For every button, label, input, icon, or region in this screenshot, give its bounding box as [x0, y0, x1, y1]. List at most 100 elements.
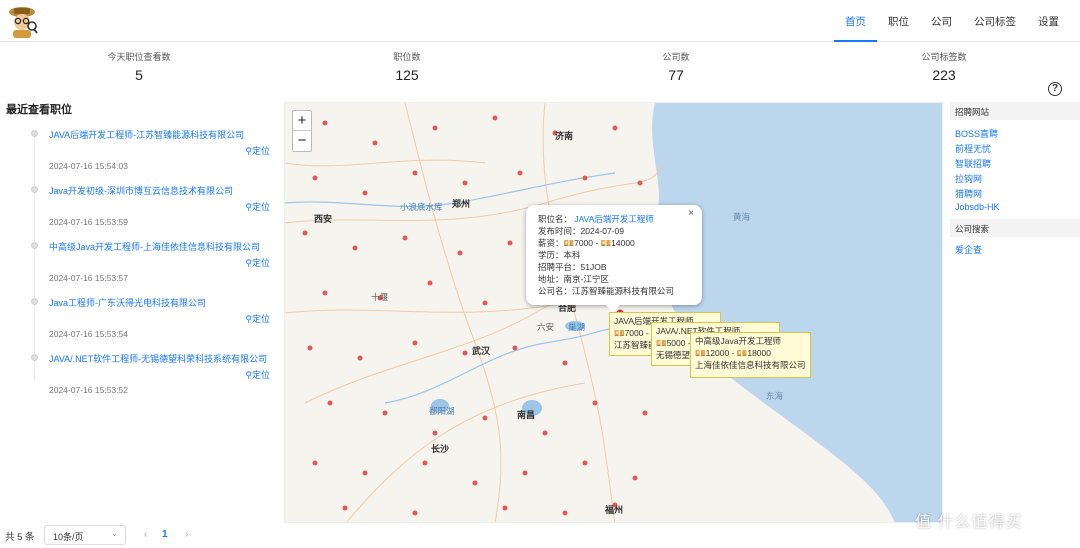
stat-jobs: 职位数 125 [307, 50, 507, 83]
stat-label: 公司数 [662, 52, 690, 62]
recent-job-link[interactable]: Java开发初级-深圳市博互云信息技术有限公司 [49, 184, 233, 197]
lake-label: 巢湖 [568, 322, 586, 332]
locate-link[interactable]: ⚲定位 [245, 200, 270, 213]
view-time: 2024-07-16 15:54:03 [49, 161, 128, 171]
site-link-jobsdb[interactable]: Jobsdb-HK [950, 200, 1080, 215]
app-logo [6, 4, 38, 38]
city-label: 六安 [537, 322, 555, 332]
popup-label: 学历： [538, 250, 564, 260]
chevron-down-icon: ⌄ [111, 529, 118, 538]
locate-label: 定位 [251, 314, 270, 324]
locate-label: 定位 [251, 370, 270, 380]
recent-job-link[interactable]: JAVA后端开发工程师-江苏智臻能源科技有限公司 [49, 128, 244, 141]
page-number[interactable]: 1 [162, 529, 168, 540]
zoom-in-button[interactable]: + [293, 111, 311, 131]
stat-companies: 公司数 77 [576, 50, 776, 83]
city-label: 郑州 [452, 199, 471, 209]
sea-label: 黄海 [733, 212, 751, 222]
site-link-zhaopin[interactable]: 智联招聘 [950, 155, 1080, 170]
timeline-dot [31, 242, 38, 249]
tooltip-title: 中高级Java开发工程师 [695, 336, 781, 346]
popup-row: 薪资：💴7000 - 💴14000 [538, 237, 690, 249]
total-count: 共 5 条 [5, 532, 35, 543]
tooltip-salary: 💴12000 - 💴18000 [695, 348, 771, 358]
locate-label: 定位 [251, 258, 270, 268]
nav-jobs[interactable]: 职位 [877, 0, 920, 42]
nav-home[interactable]: 首页 [834, 0, 877, 42]
list-item: Java开发初级-深圳市博互云信息技术有限公司 ⚲定位 2024-07-16 1… [0, 176, 280, 232]
popup-label: 招聘平台： [538, 262, 581, 272]
help-icon[interactable]: ? [1048, 82, 1062, 96]
stat-company-tags: 公司标签数 223 [844, 50, 1044, 83]
stats-bar: 今天职位查看数 5 职位数 125 公司数 77 公司标签数 223 [0, 42, 1080, 88]
popup-value: 江苏智臻能源科技有限公司 [572, 286, 675, 296]
popup-job-title[interactable]: JAVA后端开发工程师 [574, 214, 654, 224]
lake-label: 小浪底水库 [400, 202, 443, 212]
job-map[interactable]: 济南 郑州 西安 合肥 武汉 南昌 长沙 福州 黄海 东海 小浪底水库 巢湖 十… [284, 102, 943, 523]
recent-job-link[interactable]: 中高级Java开发工程师-上海佳依佳信息科技有限公司 [49, 240, 260, 253]
site-link-boss[interactable]: BOSS直聘 [950, 125, 1080, 140]
popup-row: 学历：本科 [538, 249, 690, 261]
nav-companies[interactable]: 公司 [920, 0, 963, 42]
pin-icon: ⚲ [245, 202, 252, 212]
list-item: 中高级Java开发工程师-上海佳依佳信息科技有限公司 ⚲定位 2024-07-1… [0, 232, 280, 288]
stat-label: 职位数 [393, 52, 421, 62]
locate-link[interactable]: ⚲定位 [245, 144, 270, 157]
popup-row: 招聘平台：51JOB [538, 261, 690, 273]
side-panel: 招聘网站 BOSS直聘 前程无忧 智联招聘 拉钩网 猎聘网 Jobsdb-HK … [950, 102, 1080, 262]
pin-icon: ⚲ [245, 314, 252, 324]
next-page-button[interactable]: › [185, 529, 188, 540]
zoom-out-button[interactable]: − [293, 131, 311, 151]
view-time: 2024-07-16 15:53:57 [49, 273, 128, 283]
company-search-link-aiqicha[interactable]: 爱企查 [950, 241, 1080, 256]
city-label: 济南 [555, 131, 574, 141]
zoom-control: + − [292, 110, 312, 152]
prev-page-button[interactable]: ‹ [144, 529, 147, 540]
popup-row: 公司名：江苏智臻能源科技有限公司 [538, 285, 690, 297]
tooltip-company: 上海佳依佳信息科技有限公司 [695, 360, 806, 370]
popup-value: 南京-江宁区 [563, 274, 609, 284]
page-size-select[interactable]: 10条/页 ⌄ [44, 525, 126, 545]
stat-value: 77 [668, 67, 684, 83]
marker-tooltip[interactable]: 中高级Java开发工程师 💴12000 - 💴18000 上海佳依佳信息科技有限… [690, 332, 811, 378]
recent-job-link[interactable]: JAVA/.NET软件工程师-无锡德望科荣科技系统有限公司 [49, 352, 267, 365]
popup-value: 本科 [563, 250, 581, 260]
popup-value: 💴7000 - 💴14000 [563, 238, 635, 248]
page-size-value: 10条/页 [53, 532, 84, 542]
popup-label: 薪资： [538, 238, 564, 248]
popup-value: 51JOB [580, 262, 607, 272]
city-label: 武汉 [472, 346, 491, 356]
pin-icon: ⚲ [245, 370, 252, 380]
site-link-liepin[interactable]: 猎聘网 [950, 185, 1080, 200]
recent-title: 最近查看职位 [6, 104, 72, 116]
popup-label: 发布时间： [538, 226, 581, 236]
locate-label: 定位 [251, 146, 270, 156]
close-icon[interactable]: × [688, 208, 694, 220]
list-item: Java工程师-广东沃得光电科技有限公司 ⚲定位 2024-07-16 15:5… [0, 288, 280, 344]
city-label: 南昌 [517, 410, 536, 420]
pin-icon: ⚲ [245, 258, 252, 268]
nav-settings[interactable]: 设置 [1027, 0, 1070, 42]
popup-label: 公司名： [538, 286, 573, 296]
timeline-dot [31, 354, 38, 361]
locate-link[interactable]: ⚲定位 [245, 312, 270, 325]
top-bar: 首页 职位 公司 公司标签 设置 [0, 0, 1080, 42]
sea-label: 东海 [766, 391, 784, 401]
city-label: 十堰 [371, 292, 389, 302]
locate-link[interactable]: ⚲定位 [245, 256, 270, 269]
site-link-lagou[interactable]: 拉钩网 [950, 170, 1080, 185]
nav-company-tags[interactable]: 公司标签 [963, 0, 1027, 42]
lake-label: 鄱阳湖 [429, 406, 455, 416]
locate-link[interactable]: ⚲定位 [245, 368, 270, 381]
site-link-51job[interactable]: 前程无忧 [950, 140, 1080, 155]
popup-row: 职位名： JAVA后端开发工程师 [538, 213, 690, 225]
pin-icon: ⚲ [245, 146, 252, 156]
city-label: 福州 [605, 505, 624, 515]
watermark: 值 什么值得买 [915, 514, 1023, 531]
stat-today-views: 今天职位查看数 5 [39, 50, 239, 83]
recent-job-link[interactable]: Java工程师-广东沃得光电科技有限公司 [49, 296, 206, 309]
job-popup: × 职位名： JAVA后端开发工程师 发布时间：2024-07-09 薪资：💴7… [526, 205, 702, 312]
stat-value: 5 [135, 67, 143, 83]
popup-row: 地址：南京-江宁区 [538, 273, 690, 285]
stat-label: 公司标签数 [921, 52, 967, 62]
